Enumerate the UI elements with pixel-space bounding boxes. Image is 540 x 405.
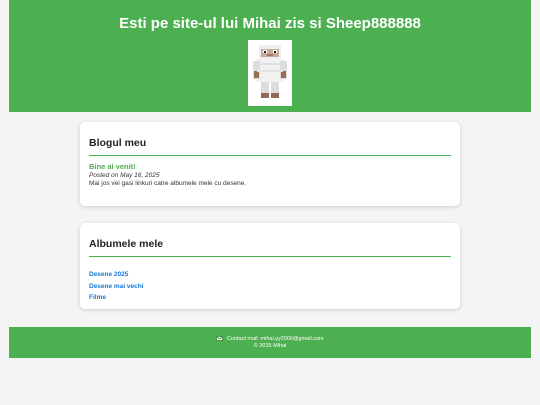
post-date: Posted on May 16, 2025 — [89, 172, 160, 179]
album-list: Desene 2025 Desene mai vechi Filme — [89, 263, 144, 301]
album-link-filme[interactable]: Filme — [89, 294, 106, 301]
footer-copyright: © 2025 Mihai — [253, 343, 287, 349]
album-item: Desene 2025 — [89, 263, 144, 278]
sheep-avatar-icon — [248, 40, 292, 106]
post-body: Mai jos vei gasi linkuri catre albumele … — [89, 180, 247, 187]
album-item: Desene mai vechi — [89, 275, 144, 290]
albums-heading: Albumele mele — [89, 238, 451, 257]
footer-contact: Contact mail: mihai.yy2000@gmail.com — [226, 336, 324, 342]
envelope-icon — [216, 336, 224, 341]
sheep-avatar — [248, 40, 292, 106]
site-footer: Contact mail: mihai.yy2000@gmail.com © 2… — [9, 327, 531, 358]
site-header: Esti pe site-ul lui Mihai zis si Sheep88… — [9, 0, 531, 112]
albums-card: Albumele mele Desene 2025 Desene mai vec… — [80, 223, 460, 309]
site-title: Esti pe site-ul lui Mihai zis si Sheep88… — [119, 15, 421, 32]
blog-card: Blogul meu Bine ai venit! Posted on May … — [80, 122, 460, 206]
footer-contact-row: Contact mail: mihai.yy2000@gmail.com — [9, 336, 531, 343]
blog-heading: Blogul meu — [89, 137, 451, 156]
post-title: Bine ai venit! — [89, 162, 136, 171]
page: Esti pe site-ul lui Mihai zis si Sheep88… — [0, 0, 540, 405]
